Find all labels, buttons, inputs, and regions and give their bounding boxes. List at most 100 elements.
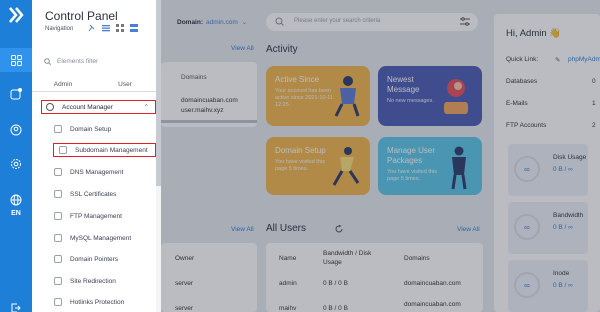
- menu-item-label: Account Manager: [62, 103, 113, 111]
- usage-card-disk: ∞ Disk Usage 0 B / ∞: [508, 144, 588, 196]
- grid-view-icon[interactable]: [116, 24, 124, 32]
- menu-item-hotlinks-protection[interactable]: Hotlinks Protection: [54, 295, 124, 309]
- user-icon[interactable]: [0, 118, 32, 142]
- menu-item-account-manager[interactable]: Account Manager ⌃: [41, 100, 156, 114]
- globe-icon: [54, 125, 62, 133]
- panel-title: Control Panel: [45, 9, 118, 23]
- usage-value: 0 B / ∞: [553, 166, 573, 173]
- menu-item-label: Domain Setup: [70, 125, 112, 133]
- standing-person-illustration-icon: [451, 146, 467, 190]
- activity-tile-newest-message[interactable]: Newest Message No new messages.: [378, 66, 482, 126]
- greeting: Hi, Admin 👋: [506, 28, 562, 39]
- filter-placeholder: Elements filter: [57, 58, 99, 65]
- usage-card-inode: ∞ Inode 0 B / ∞: [508, 260, 588, 312]
- users-table-card: Name Bandwidth / Disk Usage Domains admi…: [266, 243, 483, 312]
- tile-text: Your account has been active since 2021-…: [275, 88, 333, 108]
- user-usage-cell: 0 B / 0 B: [323, 280, 348, 287]
- activity-tile-manage-user-packages[interactable]: Manage User Packages You have visited th…: [378, 137, 482, 195]
- tab-admin[interactable]: Admin: [32, 79, 94, 92]
- search-input[interactable]: Please enter your search criteria: [266, 13, 478, 31]
- owner-cell: server: [175, 280, 194, 287]
- menu-item-site-redirection[interactable]: Site Redirection: [54, 274, 116, 288]
- list-view-icon[interactable]: [102, 24, 110, 32]
- menu-item-label: Hotlinks Protection: [70, 298, 125, 306]
- user-name-cell[interactable]: admin: [279, 280, 297, 287]
- elements-filter-input[interactable]: Elements filter: [44, 58, 98, 65]
- menu-item-label: FTP Management: [70, 212, 122, 220]
- user-domains-cell[interactable]: domaincuaban.com: [404, 301, 461, 308]
- tile-title: Manage User Packages: [387, 146, 436, 165]
- tab-user[interactable]: User: [94, 79, 156, 92]
- edit-icon[interactable]: ✎: [555, 56, 560, 64]
- menu-item-subdomain-management[interactable]: Subdomain Management: [53, 143, 156, 157]
- infinity-icon: ∞: [514, 214, 540, 240]
- menu-item-dns-management[interactable]: DNS Management: [54, 165, 123, 179]
- usage-value: 0 B / ∞: [553, 224, 573, 231]
- infinity-icon: ∞: [514, 156, 540, 182]
- pin-icon[interactable]: [88, 24, 96, 32]
- column-header-usage: Bandwidth / Disk Usage: [323, 250, 372, 266]
- domain-row[interactable]: user.maihv.xyz: [181, 107, 224, 114]
- shield-icon: [54, 298, 62, 306]
- domain-value: admin.com: [206, 19, 238, 26]
- owners-view-all-link[interactable]: View All: [231, 226, 254, 233]
- tile-text: You have visited this page 5 times.: [387, 169, 437, 182]
- stat-value: 2: [592, 122, 596, 129]
- language-label[interactable]: EN: [0, 210, 32, 217]
- menu-item-domain-pointers[interactable]: Domain Pointers: [54, 252, 118, 266]
- all-users-title: All Users: [266, 223, 307, 234]
- domain-row[interactable]: domaincuaban.com: [181, 97, 238, 104]
- user-domains-cell[interactable]: domaincuaban.com: [404, 280, 461, 287]
- quick-link-value[interactable]: phpMyAdm: [568, 56, 600, 63]
- person-illustration-icon: [334, 76, 360, 117]
- menu-item-ftp-management[interactable]: FTP Management: [54, 209, 122, 223]
- side-menu: Control Panel Navigation Elements filter…: [32, 0, 161, 312]
- menu-item-label: Domain Pointers: [70, 255, 119, 263]
- logout-icon[interactable]: [0, 296, 32, 312]
- refresh-icon[interactable]: [335, 225, 343, 233]
- menu-item-label: MySQL Management: [70, 234, 132, 242]
- globe-icon[interactable]: [0, 188, 32, 212]
- dashboard-icon[interactable]: [0, 48, 32, 72]
- running-illustration-icon: [332, 147, 360, 186]
- filter-settings-icon[interactable]: [460, 17, 470, 26]
- domain-label: Domain:: [177, 19, 203, 26]
- search-placeholder: Please enter your search criteria: [294, 18, 381, 24]
- profile-panel: Hi, Admin 👋 Quick Link: ✎ phpMyAdm Datab…: [494, 14, 600, 312]
- database-icon: [54, 234, 62, 242]
- stat-value: 0: [592, 78, 596, 85]
- column-header-domains: Domains: [404, 255, 430, 262]
- settings-icon[interactable]: [0, 152, 32, 176]
- users-view-all-link[interactable]: View All: [457, 226, 480, 233]
- activity-tile-domain-setup[interactable]: Domain Setup You have visited this page …: [266, 137, 370, 195]
- pointer-icon: [54, 255, 62, 263]
- logo-icon[interactable]: [7, 6, 25, 24]
- owner-cell: server: [175, 305, 194, 312]
- menu-tabs: Admin User: [32, 79, 156, 92]
- notification-icon[interactable]: [0, 82, 32, 106]
- menu-item-domain-setup[interactable]: Domain Setup: [54, 122, 111, 136]
- domains-view-all-link[interactable]: View All: [231, 45, 254, 52]
- reading-illustration-icon: [444, 79, 468, 114]
- menu-item-label: Subdomain Management: [75, 146, 148, 154]
- menu-item-label: SSL Certificates: [70, 190, 117, 198]
- usage-card-bandwidth: ∞ Bandwidth 0 B / ∞: [508, 202, 588, 254]
- activity-tile-active-since[interactable]: Active Since Your account has been activ…: [266, 66, 370, 126]
- menu-item-mysql-management[interactable]: MySQL Management: [54, 231, 131, 245]
- domains-scrollbar[interactable]: [161, 120, 257, 123]
- usage-label: Bandwidth: [553, 212, 584, 219]
- quick-link-label: Quick Link:: [506, 56, 539, 63]
- icon-rail: EN: [0, 0, 32, 312]
- tile-title: Newest Message: [387, 75, 420, 94]
- stat-label: E-Mails: [506, 100, 528, 107]
- stat-label: Databases: [506, 78, 538, 85]
- folder-icon: [54, 212, 62, 220]
- chevron-down-icon: ⌄: [241, 19, 248, 26]
- menu-item-ssl-certificates[interactable]: SSL Certificates: [54, 187, 116, 201]
- user-name-cell[interactable]: maihv: [279, 305, 296, 312]
- stat-value: 1: [592, 100, 596, 107]
- domain-selector[interactable]: Domain: admin.com ⌄: [177, 18, 247, 26]
- compact-view-icon[interactable]: [130, 24, 138, 32]
- owner-header: Owner: [175, 255, 195, 262]
- infinity-icon: ∞: [514, 272, 540, 298]
